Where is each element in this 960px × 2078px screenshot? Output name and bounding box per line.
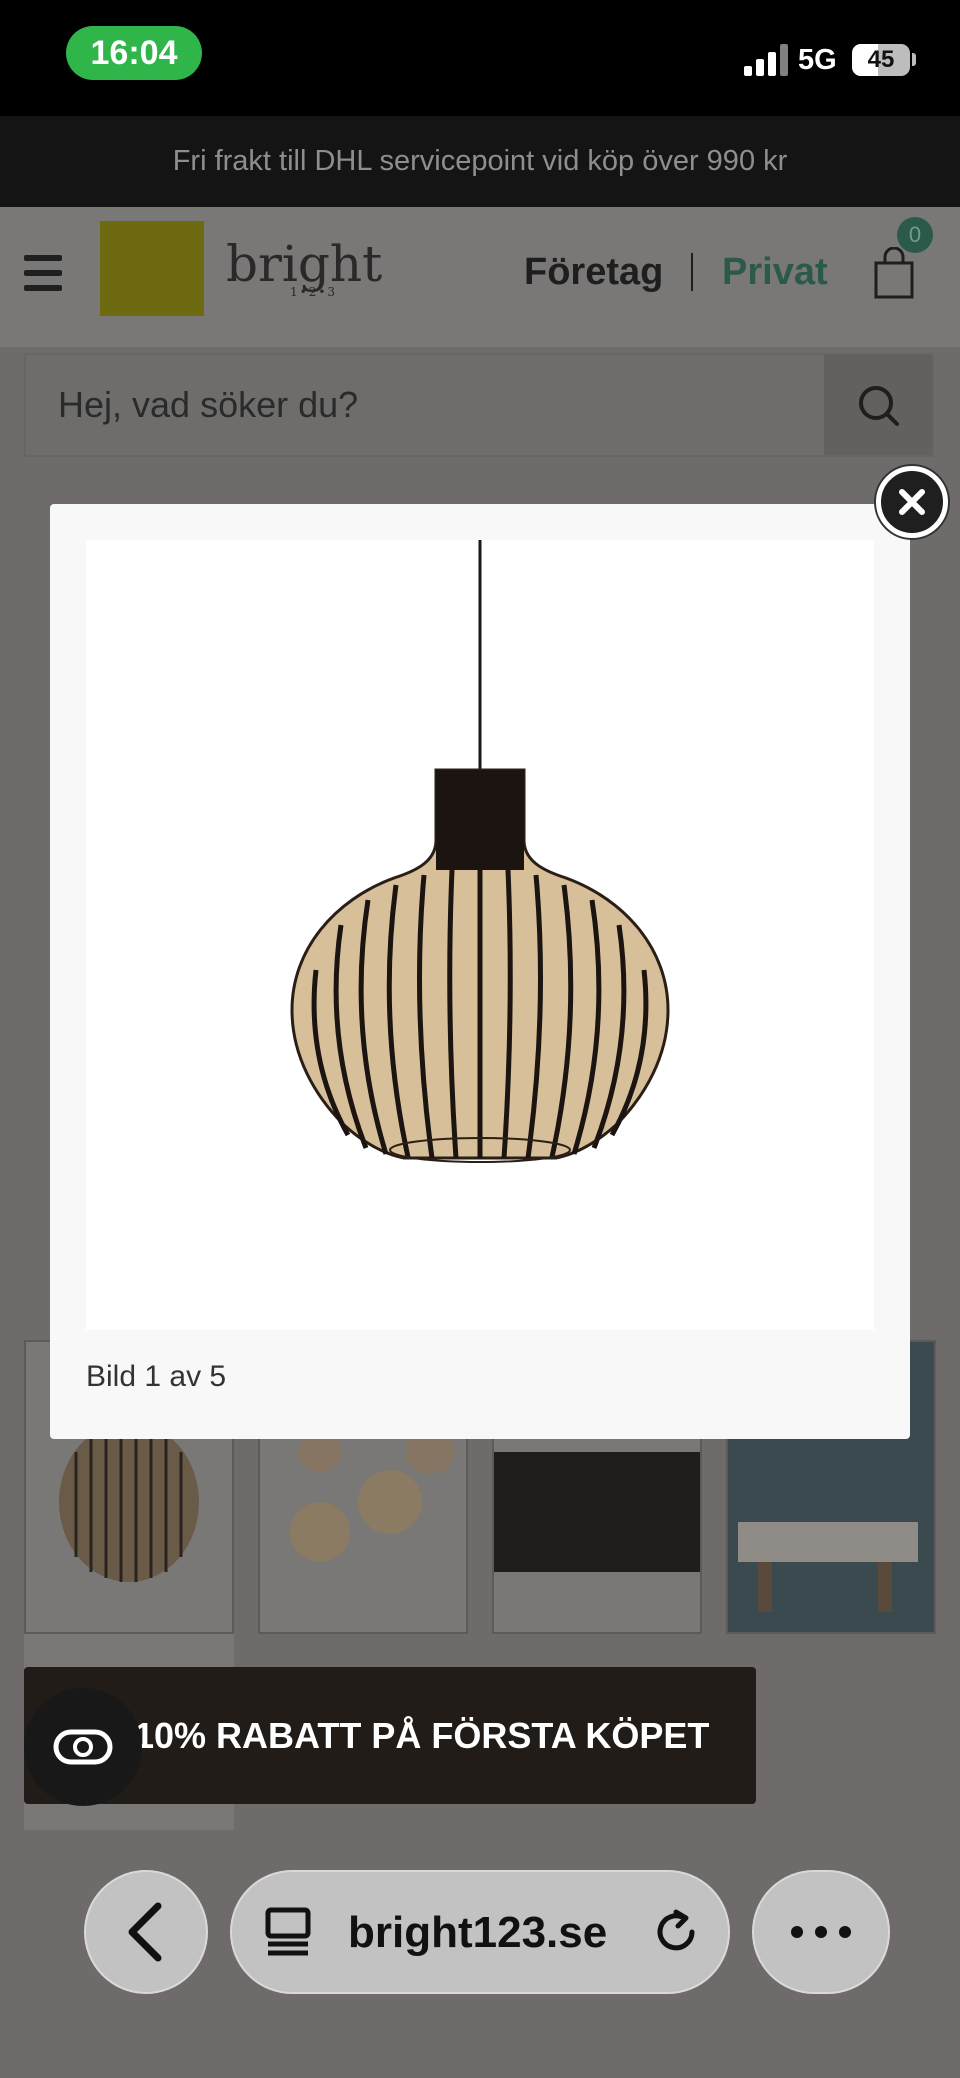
nav-private-link[interactable]: Privat [722,251,828,294]
search-bar [24,353,934,457]
chat-button[interactable] [24,1688,142,1806]
reload-icon[interactable] [648,1904,704,1960]
status-time: 16:04 [66,26,202,80]
site-header: bright 1•2•3 Företag Privat 0 [0,207,960,347]
browser-back-button[interactable] [84,1870,208,1994]
nav-business-link[interactable]: Företag [524,251,663,294]
chat-icon [53,1729,113,1765]
url-text: bright123.se [348,1908,608,1957]
logo-subtext: 1•2•3 [290,285,338,299]
signal-icon [744,44,788,76]
hamburger-icon[interactable] [24,255,62,291]
back-icon [128,1902,162,1962]
more-icon [791,1926,851,1938]
pendant-lamp-image [290,540,670,1163]
close-button[interactable] [876,466,948,538]
browser-more-button[interactable] [752,1870,890,1994]
product-image [86,540,874,1330]
search-input[interactable] [26,355,826,455]
search-icon [859,386,899,426]
status-bar: 16:04 5G 45 [0,0,960,116]
battery-icon: 45 [852,44,910,76]
logo-mark[interactable] [100,221,204,316]
nav-divider [691,253,693,291]
cart-count-badge: 0 [897,217,933,253]
search-button[interactable] [824,355,932,455]
tabs-icon [265,1907,311,1956]
network-type: 5G [798,44,837,76]
cart-icon[interactable] [872,247,916,299]
promo-bar: Fri frakt till DHL servicepoint vid köp … [0,116,960,207]
battery-level: 45 [867,46,895,73]
close-icon [899,489,925,515]
image-lightbox: Bild 1 av 5 [50,504,910,1439]
browser-address-bar[interactable]: bright123.se [230,1870,730,1994]
image-counter: Bild 1 av 5 [86,1360,227,1393]
